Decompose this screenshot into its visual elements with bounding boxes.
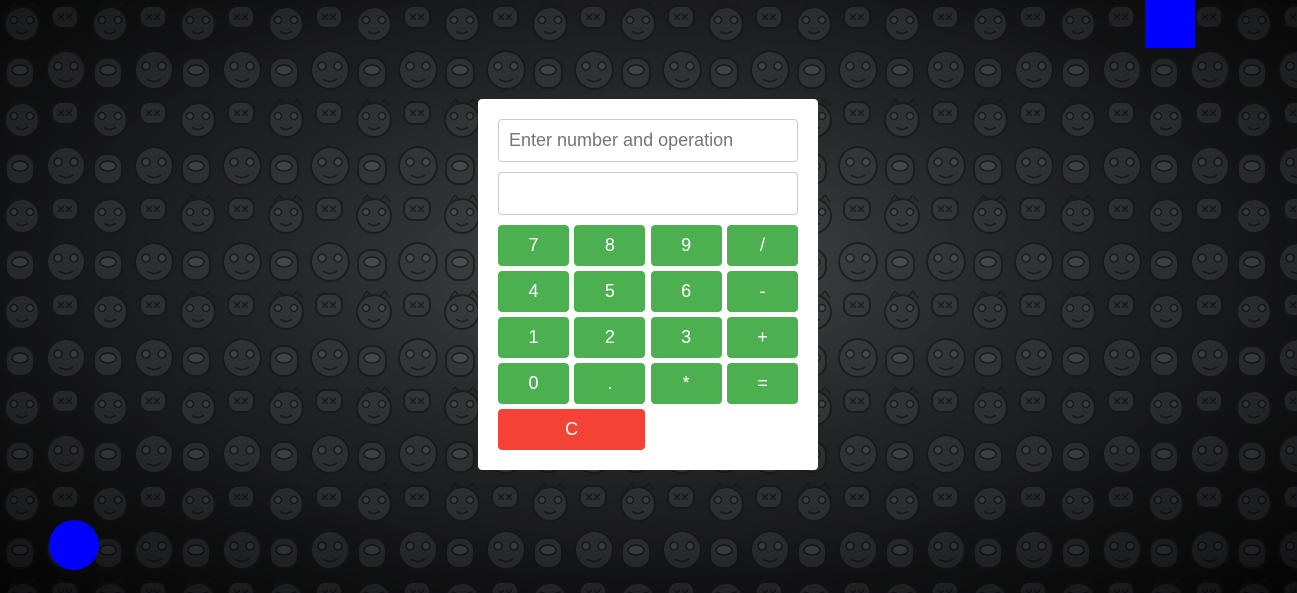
key-equals[interactable]: =: [726, 363, 798, 404]
key-decimal[interactable]: .: [574, 363, 646, 404]
key-3[interactable]: 3: [650, 317, 722, 358]
result-field[interactable]: [498, 172, 798, 215]
blue-circle-marker: [49, 520, 99, 570]
keypad: 7 8 9/ 4 5 6- 1 2 3 +0. * = C: [498, 225, 798, 450]
key-0[interactable]: 0: [498, 363, 569, 404]
key-add[interactable]: +: [726, 317, 798, 358]
key-4[interactable]: 4: [498, 271, 569, 312]
key-7[interactable]: 7: [498, 225, 569, 266]
key-subtract[interactable]: -: [726, 271, 798, 312]
key-divide[interactable]: /: [726, 225, 798, 266]
key-5[interactable]: 5: [574, 271, 646, 312]
key-multiply[interactable]: *: [650, 363, 722, 404]
expression-input[interactable]: [498, 119, 798, 162]
key-9[interactable]: 9: [650, 225, 722, 266]
key-8[interactable]: 8: [574, 225, 646, 266]
key-2[interactable]: 2: [574, 317, 646, 358]
blue-square-marker: [1145, 0, 1195, 48]
key-6[interactable]: 6: [650, 271, 722, 312]
clear-button[interactable]: C: [498, 409, 646, 450]
calculator-panel: 789/ 456- 123+0.*= C: [478, 99, 818, 470]
key-1[interactable]: 1: [498, 317, 569, 358]
